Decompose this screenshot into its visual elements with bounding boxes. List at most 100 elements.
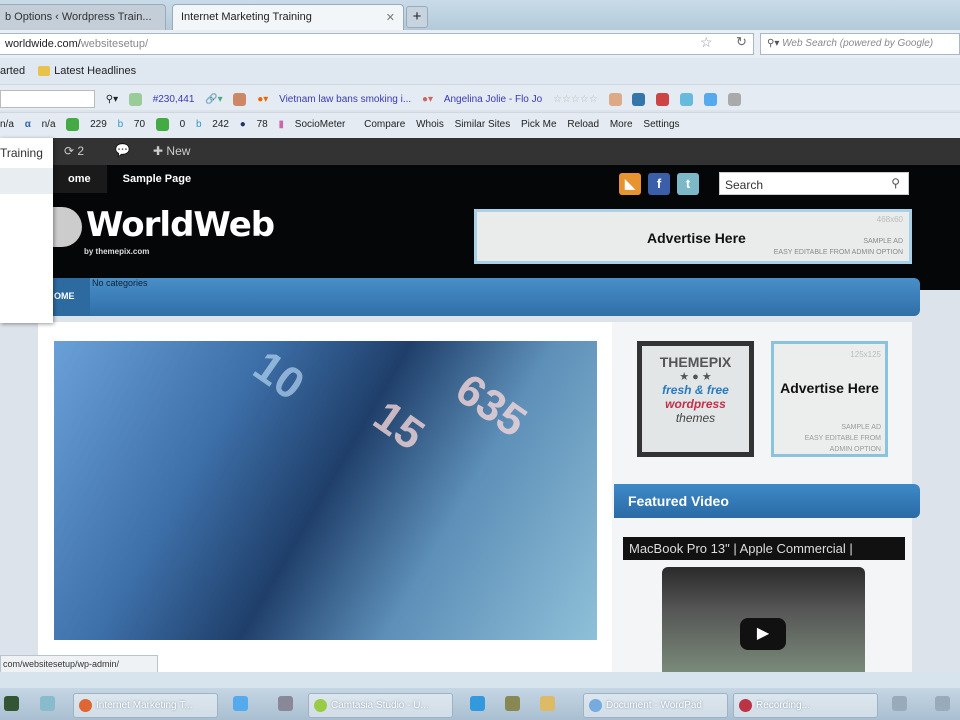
alexa-value: n/a: [41, 119, 56, 130]
url-path: websitesetup/: [80, 38, 149, 50]
close-tab-icon[interactable]: ✕: [386, 11, 395, 24]
copy-icon[interactable]: [703, 92, 717, 106]
app-icon[interactable]: [540, 696, 555, 711]
link-icon[interactable]: 🔗▾: [205, 94, 222, 105]
settings-button[interactable]: Settings: [643, 119, 679, 130]
taskbar-camtasia[interactable]: Camtasia Studio - U...: [308, 693, 453, 718]
pick-me-button[interactable]: Pick Me: [521, 119, 557, 130]
google-links-icon: [155, 118, 169, 131]
site-nav: ome Sample Page: [52, 165, 207, 193]
advertise-banner[interactable]: 468x60 Advertise Here SAMPLE AD EASY EDI…: [474, 209, 912, 264]
search-icon: ⚲▾: [767, 38, 783, 49]
play-icon[interactable]: ▶: [740, 618, 786, 650]
search-placeholder: Web Search (powered by Google): [782, 38, 934, 49]
advertise-box[interactable]: 125x125 Advertise Here SAMPLE AD EASY EDI…: [771, 341, 888, 457]
new-item[interactable]: ✚ New: [153, 144, 190, 158]
seo-toolbar: n/a α n/a 229 b 70 0 b 242 ● 78 ▮ SocioM…: [0, 112, 960, 138]
similar-sites-button[interactable]: Similar Sites: [455, 119, 511, 130]
bing-links-value[interactable]: 242: [212, 119, 229, 130]
ad-easy: EASY EDITABLE FROM ADMIN OPTION: [773, 249, 903, 256]
stumble-icon[interactable]: [233, 92, 247, 106]
fire-icon[interactable]: ●▾: [257, 94, 268, 105]
sociometer-button[interactable]: ▮ SocioMeter: [278, 119, 353, 130]
info-value[interactable]: 78: [257, 119, 268, 130]
tray-icon[interactable]: [892, 696, 907, 711]
compare-button[interactable]: Compare: [364, 119, 405, 130]
notebook-icon[interactable]: [608, 92, 622, 106]
reload-icon[interactable]: ↻: [736, 34, 747, 50]
comments-icon[interactable]: 💬: [115, 143, 130, 157]
ad-easy: EASY EDITABLE FROM ADMIN OPTION: [804, 435, 881, 453]
twitter-icon[interactable]: t: [677, 173, 699, 195]
tab-label: Internet Marketing Training: [181, 11, 312, 23]
taskbar-label: Recording...: [756, 700, 810, 711]
reload-button[interactable]: Reload: [567, 119, 599, 130]
hero-number: 15: [364, 391, 433, 460]
bookmark-label: Latest Headlines: [54, 65, 137, 77]
themepix-line: themes: [675, 411, 716, 425]
whois-button[interactable]: Whois: [416, 119, 444, 130]
rss-icon[interactable]: ◣: [619, 173, 641, 195]
celebrity-link[interactable]: Angelina Jolie - Flo Jo: [444, 94, 542, 105]
app-icon[interactable]: [4, 696, 19, 711]
file-icon[interactable]: [278, 696, 293, 711]
google-index-value[interactable]: 229: [90, 119, 107, 130]
taskbar-wordpad[interactable]: Document - WordPad: [583, 693, 728, 718]
bookmark-getting-started[interactable]: arted: [0, 65, 25, 77]
tab-internet-marketing-training[interactable]: Internet Marketing Training ✕: [172, 4, 404, 30]
rating-stars[interactable]: ☆☆☆☆☆: [553, 94, 598, 105]
bookmark-star-icon[interactable]: ☆: [700, 34, 713, 51]
url-host: worldwide.com/: [5, 38, 81, 50]
updates-count: 2: [77, 144, 85, 158]
alexa-icon: α: [24, 119, 31, 130]
more-button[interactable]: More: [610, 119, 633, 130]
taskbar-label: Document - WordPad: [606, 700, 702, 711]
bookmark-latest-headlines[interactable]: Latest Headlines: [38, 65, 136, 77]
featured-image[interactable]: 15 635 10: [54, 341, 597, 640]
site-dropdown-menu: Training: [0, 138, 53, 323]
address-bar[interactable]: worldwide.com/websitesetup/: [0, 33, 754, 55]
twitter-icon[interactable]: [679, 92, 693, 106]
site-logo[interactable]: WorldWeb: [52, 205, 275, 247]
nav-home[interactable]: ome: [52, 165, 107, 193]
bing-index-value[interactable]: 70: [134, 119, 145, 130]
nav-sample-page[interactable]: Sample Page: [107, 165, 207, 193]
bing-icon: b: [117, 119, 124, 130]
ad-size: 468x60: [876, 215, 903, 224]
new-tab-button[interactable]: +: [406, 6, 428, 28]
alexa-rank[interactable]: #230,441: [153, 94, 195, 105]
google-links-value[interactable]: 0: [180, 119, 186, 130]
web-search-input[interactable]: ⚲▾ Web Search (powered by Google): [760, 33, 960, 55]
themepix-ad[interactable]: THEMEPIX ★ ● ★ fresh & free wordpress th…: [637, 341, 754, 457]
taskbar-firefox[interactable]: Internet Marketing T...: [73, 693, 218, 718]
screen-icon[interactable]: [727, 92, 741, 106]
wordpress-icon: ★ ● ★: [679, 371, 712, 383]
taskbar-recording[interactable]: Recording...: [733, 693, 878, 718]
taskbar: Internet Marketing T... Camtasia Studio …: [0, 688, 960, 720]
ie-icon[interactable]: [233, 696, 248, 711]
skype-icon[interactable]: [470, 696, 485, 711]
pin-icon[interactable]: ●▾: [422, 94, 433, 105]
search-icon[interactable]: ⚲: [891, 176, 900, 190]
news-link[interactable]: Vietnam law bans smoking i...: [279, 94, 411, 105]
video-title[interactable]: MacBook Pro 13" | Apple Commercial |: [623, 537, 905, 560]
info-icon: ●: [239, 119, 246, 130]
updates-item[interactable]: ⟳ 2: [64, 144, 84, 158]
toolbar-search-input[interactable]: [0, 90, 95, 108]
site-search-input[interactable]: Search ⚲: [719, 172, 909, 195]
tray-icon[interactable]: [935, 696, 950, 711]
tab-wordpress-options[interactable]: b Options ‹ Wordpress Train...: [0, 4, 166, 30]
search-icon[interactable]: ⚲▾: [106, 94, 118, 105]
desktop-icon[interactable]: [40, 696, 55, 711]
site-name[interactable]: Training: [0, 138, 53, 160]
facebook-icon[interactable]: f: [648, 173, 670, 195]
hero-number: 10: [244, 341, 313, 410]
gmail-icon[interactable]: [656, 92, 670, 106]
ad-title: Advertise Here: [780, 380, 879, 396]
app-icon[interactable]: [505, 696, 520, 711]
camtasia-icon: [314, 699, 327, 712]
taskbar-label: Camtasia Studio - U...: [331, 700, 429, 711]
dropdown-item[interactable]: [0, 168, 53, 194]
cat-home[interactable]: OME: [52, 278, 90, 316]
facebook-share-icon[interactable]: [632, 92, 646, 106]
